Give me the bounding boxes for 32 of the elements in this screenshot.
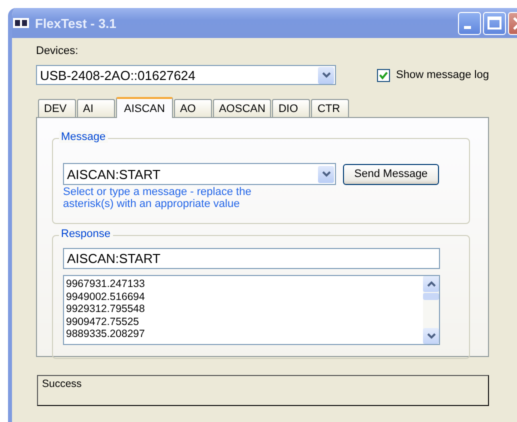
message-dropdown[interactable]: AISCAN:START xyxy=(63,163,336,185)
window-title: FlexTest - 3.1 xyxy=(35,16,118,30)
response-line: 9949002.516694 xyxy=(66,290,146,303)
checkbox-label: Show message log xyxy=(396,69,489,81)
tab[interactable]: AO xyxy=(174,99,212,117)
tab[interactable]: AOSCAN xyxy=(212,99,272,117)
tab[interactable]: DIO xyxy=(272,99,310,117)
response-line: 9929312.795548 xyxy=(66,303,146,316)
status-text: Success xyxy=(42,378,82,390)
tab[interactable]: AI xyxy=(77,99,115,117)
scroll-up-button[interactable] xyxy=(423,276,439,292)
scroll-down-button[interactable] xyxy=(423,328,439,344)
minimize-button[interactable] xyxy=(458,12,481,34)
send-message-button[interactable]: Send Message xyxy=(343,164,439,184)
group-title: Message xyxy=(59,131,108,143)
tab[interactable]: CTR xyxy=(311,99,350,117)
hint-text: Select or type a message - replace the asterisk(s) with an appropriate value xyxy=(63,186,252,210)
response-line: 9909472.75525 xyxy=(66,316,140,328)
devices-label: Devices: xyxy=(36,45,80,59)
scrollbar-thumb[interactable] xyxy=(423,293,439,300)
tab[interactable]: AISCAN xyxy=(116,97,173,118)
response-list[interactable]: 9967931.247133 9949002.516694 9929312.795548 9909472.75525 9889335.208297 xyxy=(63,275,440,345)
app-logo-icon xyxy=(13,18,29,28)
maximize-button[interactable] xyxy=(483,12,506,34)
device-dropdown[interactable]: USB-2408-2AO::01627624 xyxy=(36,65,336,85)
minimize-icon xyxy=(464,26,471,28)
response-line: 9889335.208297 xyxy=(66,328,146,340)
group-title: Response xyxy=(59,228,113,240)
response-field[interactable]: AISCAN:START xyxy=(63,248,440,269)
response-line: 9967931.247133 xyxy=(66,278,146,290)
tab[interactable]: DEV xyxy=(38,99,76,117)
checkbox[interactable] xyxy=(377,68,390,82)
